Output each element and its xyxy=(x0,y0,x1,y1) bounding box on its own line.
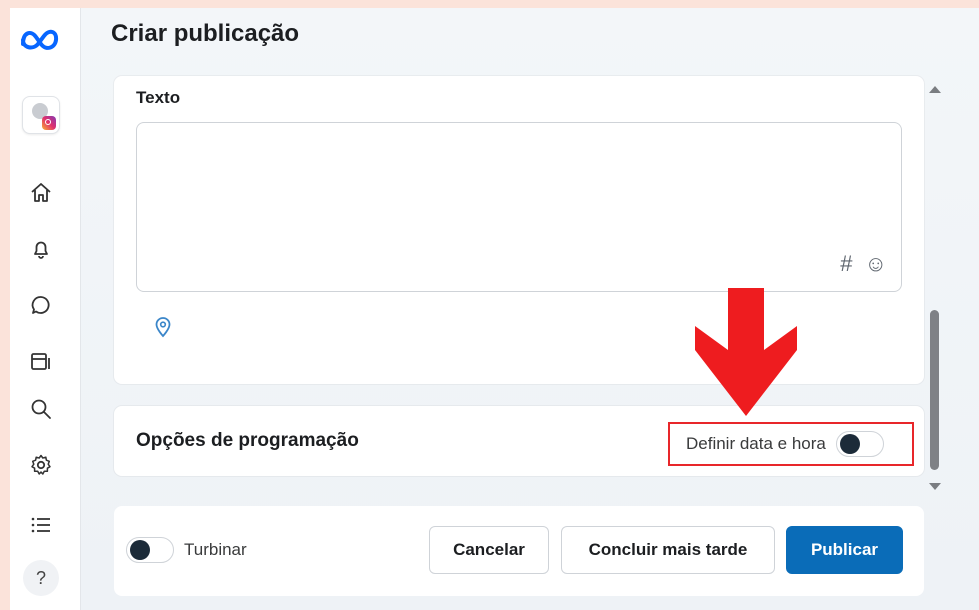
help-button[interactable]: ? xyxy=(10,558,72,598)
scroll-thumb[interactable] xyxy=(930,310,939,470)
post-text-input[interactable]: # ☺ xyxy=(136,122,902,292)
account-avatar[interactable] xyxy=(10,88,72,142)
set-date-time-toggle[interactable] xyxy=(835,431,884,457)
hashtag-icon[interactable]: # xyxy=(840,251,852,277)
boost-label: Turbinar xyxy=(184,540,247,559)
boost-toggle[interactable] xyxy=(126,537,174,563)
scrollbar[interactable] xyxy=(924,78,944,498)
schedule-options-title: Opções de programação xyxy=(136,430,359,451)
schedule-options-section: Opções de programação Definir data e hor… xyxy=(114,406,924,476)
location-pin-icon[interactable] xyxy=(154,316,172,343)
media-icon[interactable] xyxy=(10,346,72,376)
cancel-button[interactable]: Cancelar xyxy=(429,526,549,574)
search-icon[interactable] xyxy=(10,394,72,424)
emoji-icon[interactable]: ☺ xyxy=(865,251,887,277)
scroll-up-arrow-icon[interactable] xyxy=(929,86,941,93)
page-title: Criar publicação xyxy=(111,20,300,47)
gear-icon[interactable] xyxy=(10,450,72,480)
home-icon[interactable] xyxy=(10,178,72,208)
help-icon: ? xyxy=(23,560,59,596)
text-label: Texto xyxy=(136,88,181,107)
instagram-icon xyxy=(42,116,56,130)
sidebar: ? xyxy=(10,8,81,610)
finish-later-button[interactable]: Concluir mais tarde xyxy=(561,526,775,574)
bell-icon[interactable] xyxy=(10,234,72,264)
text-section: Texto # ☺ xyxy=(114,76,924,384)
avatar xyxy=(22,96,60,134)
publish-button[interactable]: Publicar xyxy=(786,526,903,574)
footer-action-bar: Turbinar Cancelar Concluir mais tarde Pu… xyxy=(114,506,924,596)
meta-logo-icon[interactable] xyxy=(10,22,72,54)
scroll-down-arrow-icon[interactable] xyxy=(929,483,941,490)
set-date-time-label: Definir data e hora xyxy=(686,434,826,453)
red-arrow-down-icon xyxy=(693,288,799,421)
list-icon[interactable] xyxy=(10,510,72,540)
set-date-time-highlight: Definir data e hora xyxy=(668,422,914,466)
boost-control: Turbinar xyxy=(126,537,247,563)
chat-icon[interactable] xyxy=(10,290,72,320)
